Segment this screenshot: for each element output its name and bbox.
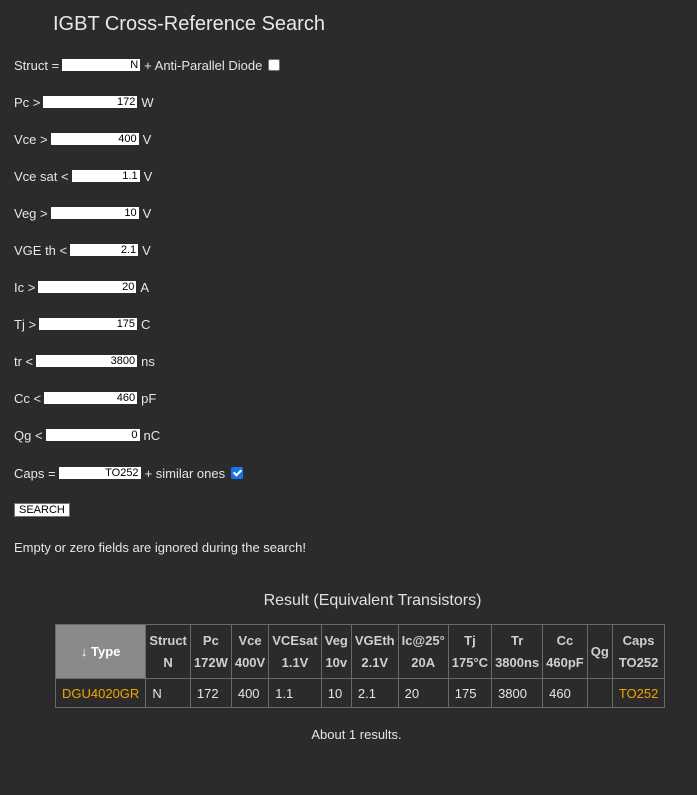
col-ic-header[interactable]: Ic@25° 20A: [397, 624, 449, 679]
vcesat-input[interactable]: [71, 170, 140, 182]
vgeth-input[interactable]: [70, 244, 139, 256]
caps-label: Caps =: [14, 465, 56, 481]
qg-row: Qg < nC: [14, 427, 160, 443]
pc-input[interactable]: [43, 96, 138, 108]
cc-input[interactable]: [44, 392, 138, 404]
caps-input[interactable]: [58, 467, 141, 479]
col-vcesat-header[interactable]: VCEsat 1.1V: [268, 624, 322, 679]
caps-link[interactable]: TO252: [611, 678, 666, 708]
tr-label: tr <: [14, 353, 34, 369]
col-caps-header[interactable]: Caps TO252: [611, 624, 666, 679]
page: IGBT Cross-Reference Search Struct = + A…: [0, 0, 697, 795]
cell-tj: 175: [447, 678, 493, 708]
col-tr-header[interactable]: Tr 3800ns: [491, 624, 544, 679]
col-type-header[interactable]: ↓ Type: [54, 624, 147, 679]
similar-ones-checkbox[interactable]: [231, 467, 244, 479]
ic-label: Ic >: [14, 279, 36, 295]
vcesat-row: Vce sat < V: [14, 168, 152, 184]
cell-vce: 400: [230, 678, 270, 708]
vce-row: Vce > V: [14, 131, 151, 147]
veg-label: Veg >: [14, 205, 48, 221]
search-button[interactable]: SEARCH: [14, 503, 70, 517]
col-struct-header[interactable]: Struct N: [145, 624, 191, 679]
cc-unit: pF: [141, 390, 157, 406]
veg-input[interactable]: [50, 207, 139, 219]
pc-unit: W: [141, 94, 154, 110]
vcesat-label: Vce sat <: [14, 168, 69, 184]
qg-unit: nC: [143, 427, 161, 443]
col-vce-header[interactable]: Vce 400V: [230, 624, 270, 679]
similar-ones-label: + similar ones: [144, 465, 226, 481]
tj-unit: C: [141, 316, 151, 332]
anti-parallel-diode-label: + Anti-Parallel Diode: [144, 57, 263, 73]
col-veg-header[interactable]: Veg 10v: [320, 624, 352, 679]
search-note: Empty or zero fields are ignored during …: [14, 540, 306, 555]
struct-input[interactable]: [62, 59, 141, 71]
pc-row: Pc > W: [14, 94, 154, 110]
vgeth-label: VGE th <: [14, 242, 68, 258]
col-pc-header[interactable]: Pc 172W: [189, 624, 232, 679]
veg-unit: V: [142, 205, 152, 221]
ic-input[interactable]: [38, 281, 137, 293]
cell-vgeth: 2.1: [350, 678, 399, 708]
qg-input[interactable]: [45, 429, 140, 441]
cell-ic: 20: [397, 678, 449, 708]
vgeth-row: VGE th < V: [14, 242, 151, 258]
cc-row: Cc < pF: [14, 390, 156, 406]
page-title: IGBT Cross-Reference Search: [53, 13, 325, 35]
cell-tr: 3800: [491, 678, 544, 708]
col-qg-header[interactable]: Qg: [586, 624, 613, 679]
cell-cc: 460: [542, 678, 588, 708]
tj-row: Tj > C: [14, 316, 150, 332]
type-link[interactable]: DGU4020GR: [54, 678, 147, 708]
struct-label: Struct =: [14, 57, 60, 73]
tj-input[interactable]: [39, 318, 138, 330]
col-vgeth-header[interactable]: VGEth 2.1V: [350, 624, 399, 679]
struct-row: Struct = + Anti-Parallel Diode: [14, 57, 281, 73]
tj-label: Tj >: [14, 316, 37, 332]
cell-struct: N: [145, 678, 191, 708]
tr-input[interactable]: [36, 355, 138, 367]
vcesat-unit: V: [143, 168, 153, 184]
veg-row: Veg > V: [14, 205, 151, 221]
cell-qg: [586, 678, 613, 708]
tr-unit: ns: [141, 353, 155, 369]
pc-label: Pc >: [14, 94, 41, 110]
col-tj-header[interactable]: Tj 175°C: [447, 624, 493, 679]
col-cc-header[interactable]: Cc 460pF: [542, 624, 588, 679]
anti-parallel-diode-checkbox[interactable]: [268, 59, 281, 71]
caps-row: Caps = + similar ones: [14, 465, 244, 481]
cell-pc: 172: [189, 678, 232, 708]
ic-unit: A: [140, 279, 149, 295]
vce-unit: V: [142, 131, 152, 147]
cc-label: Cc <: [14, 390, 42, 406]
cell-vcesat: 1.1: [268, 678, 322, 708]
ic-row: Ic > A: [14, 279, 149, 295]
vgeth-unit: V: [142, 242, 151, 258]
vce-input[interactable]: [50, 133, 139, 145]
vce-label: Vce >: [14, 131, 48, 147]
result-header-row: ↓ Type Struct N Pc 172W Vce 400V VCEsat 1.1V…: [54, 624, 666, 679]
qg-label: Qg <: [14, 427, 43, 443]
result-table: ↓ Type Struct N Pc 172W Vce 400V VCEsat 1.1V…: [54, 624, 666, 708]
tr-row: tr < ns: [14, 353, 155, 369]
result-title: Result (Equivalent Transistors): [263, 592, 482, 609]
results-count: About 1 results.: [311, 727, 402, 742]
table-row: DGU4020GR N 172 400 1.1 10 2.1 20 175 38…: [54, 678, 666, 708]
cell-veg: 10: [320, 678, 352, 708]
